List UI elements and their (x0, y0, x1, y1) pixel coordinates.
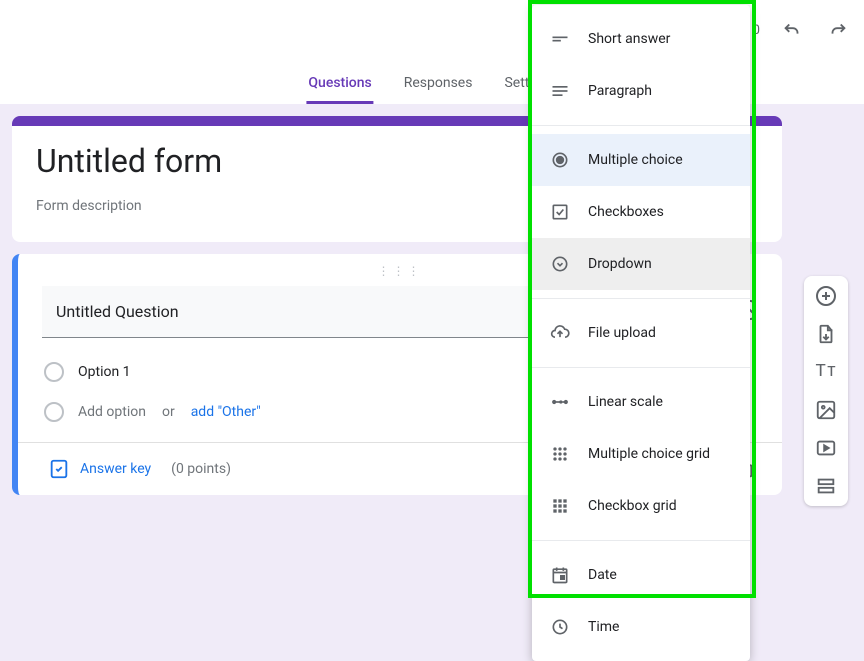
points-label: (0 points) (171, 461, 231, 477)
tab-responses[interactable]: Responses (402, 65, 475, 104)
menu-item-checkbox-grid[interactable]: Checkbox grid (532, 480, 750, 532)
grid-squares-icon (548, 494, 572, 518)
menu-item-time[interactable]: Time (532, 601, 750, 653)
add-other-button[interactable]: add "Other" (191, 404, 261, 420)
menu-item-checkboxes[interactable]: Checkboxes (532, 186, 750, 238)
menu-label: Linear scale (588, 394, 663, 410)
dropdown-icon (548, 252, 572, 276)
menu-item-dropdown[interactable]: Dropdown (532, 238, 750, 290)
paragraph-icon (548, 79, 572, 103)
calendar-icon (548, 563, 572, 587)
menu-separator (532, 298, 750, 299)
radio-selected-icon (548, 148, 572, 172)
menu-label: Paragraph (588, 83, 652, 99)
undo-button[interactable] (778, 16, 806, 44)
tab-questions[interactable]: Questions (306, 65, 373, 104)
menu-item-paragraph[interactable]: Paragraph (532, 65, 750, 117)
option-1-text[interactable]: Option 1 (78, 364, 131, 380)
menu-label: Checkbox grid (588, 498, 677, 514)
add-image-toolbar-button[interactable] (814, 398, 838, 422)
menu-item-mc-grid[interactable]: Multiple choice grid (532, 428, 750, 480)
add-video-button[interactable] (814, 436, 838, 460)
tab-bar: Questions Responses Settings (306, 65, 557, 104)
menu-separator (532, 540, 750, 541)
header-actions: ts: 0 (735, 16, 852, 44)
grid-dots-icon (548, 442, 572, 466)
radio-icon (44, 402, 64, 422)
menu-item-file-upload[interactable]: File upload (532, 307, 750, 359)
menu-label: Date (588, 567, 617, 583)
menu-label: Multiple choice grid (588, 446, 710, 462)
question-type-menu: Short answer Paragraph Multiple choice C… (532, 5, 750, 661)
menu-label: Dropdown (588, 256, 652, 272)
linear-scale-icon (548, 390, 572, 414)
menu-separator (532, 367, 750, 368)
redo-button[interactable] (824, 16, 852, 44)
menu-label: File upload (588, 325, 656, 341)
cloud-upload-icon (548, 321, 572, 345)
menu-item-multiple-choice[interactable]: Multiple choice (532, 134, 750, 186)
menu-label: Multiple choice (588, 152, 683, 168)
add-question-button[interactable] (814, 284, 838, 308)
menu-item-short-answer[interactable]: Short answer (532, 13, 750, 65)
menu-label: Checkboxes (588, 204, 664, 220)
radio-icon (44, 362, 64, 382)
menu-label: Short answer (588, 31, 670, 47)
import-questions-button[interactable] (814, 322, 838, 346)
add-option-button[interactable]: Add option (78, 404, 146, 420)
checkbox-icon (548, 200, 572, 224)
menu-item-linear-scale[interactable]: Linear scale (532, 376, 750, 428)
short-answer-icon (548, 27, 572, 51)
answer-key-button[interactable]: Answer key (48, 458, 151, 480)
menu-separator (532, 125, 750, 126)
or-text: or (162, 404, 175, 420)
add-title-button[interactable]: Tᴛ (814, 360, 838, 384)
clock-icon (548, 615, 572, 639)
add-section-button[interactable] (814, 474, 838, 498)
menu-item-date[interactable]: Date (532, 549, 750, 601)
menu-label: Time (588, 619, 619, 635)
answer-key-label: Answer key (80, 461, 151, 477)
side-toolbar: Tᴛ (804, 276, 848, 506)
